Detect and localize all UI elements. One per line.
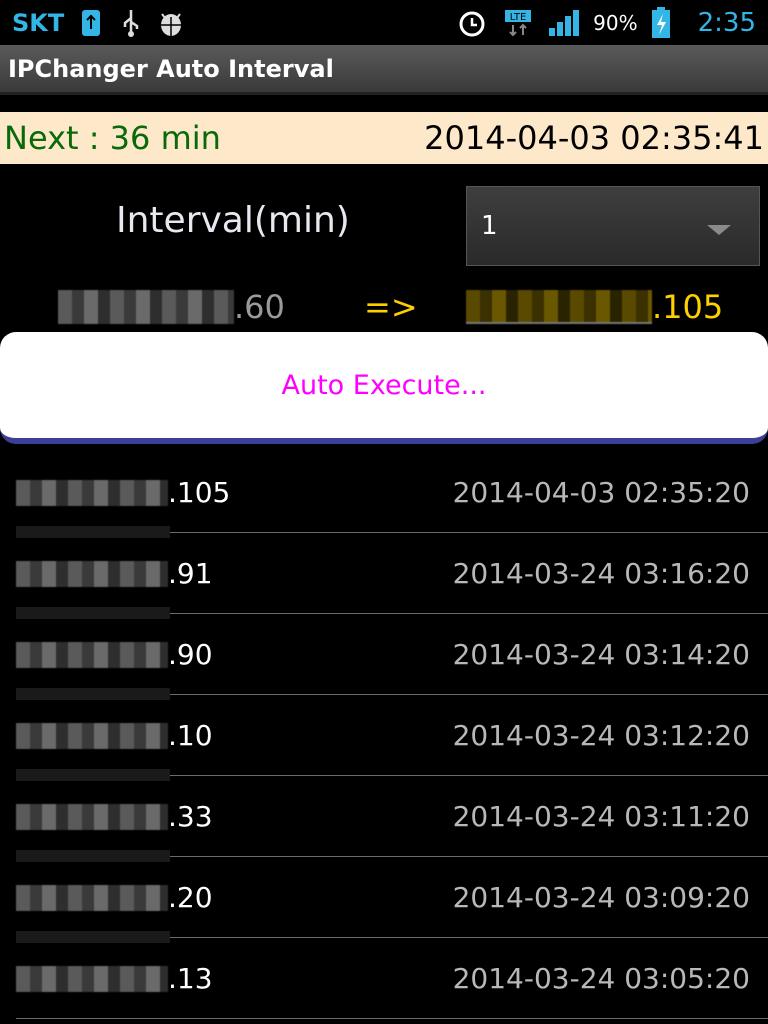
dropdown-arrow-icon xyxy=(707,225,731,235)
history-ip: .91 xyxy=(16,557,213,619)
signal-icon xyxy=(547,6,581,40)
interval-label: Interval(min) xyxy=(116,200,350,241)
history-time: 2014-03-24 03:12:20 xyxy=(452,719,750,752)
history-ip-suffix: .10 xyxy=(168,719,213,752)
app-title: IPChanger Auto Interval xyxy=(8,54,334,83)
history-ip-suffix: .90 xyxy=(168,638,213,671)
current-datetime: 2014-04-03 02:35:41 xyxy=(424,119,764,157)
lte-icon: LTE xyxy=(501,6,535,40)
history-time: 2014-03-24 03:05:20 xyxy=(452,962,750,995)
next-run-label: Next : 36 min xyxy=(4,119,221,157)
svg-text:LTE: LTE xyxy=(510,12,527,23)
usb-icon xyxy=(114,6,148,40)
old-ip-suffix: .60 xyxy=(234,288,285,326)
history-ip: .20 xyxy=(16,881,213,943)
history-ip: .13 xyxy=(16,962,213,995)
redacted-ip-prefix xyxy=(16,965,168,992)
history-ip: .33 xyxy=(16,800,213,862)
history-time: 2014-04-03 02:35:20 xyxy=(452,476,750,509)
history-ip: .90 xyxy=(16,638,213,700)
ip-change-arrow: => xyxy=(364,285,418,329)
history-ip-suffix: .91 xyxy=(168,557,213,590)
battery-charging-icon xyxy=(644,6,678,40)
app-title-bar: IPChanger Auto Interval xyxy=(0,45,768,95)
redacted-ip-prefix xyxy=(16,479,168,506)
history-ip-suffix: .33 xyxy=(168,800,213,833)
history-ip: .10 xyxy=(16,719,213,781)
list-item[interactable]: .10 2014-03-24 03:12:20 xyxy=(16,695,768,781)
list-item[interactable]: .13 2014-03-24 03:05:20 xyxy=(16,938,768,1019)
history-time: 2014-03-24 03:09:20 xyxy=(452,881,750,914)
interval-spinner[interactable]: 1 xyxy=(466,186,760,266)
history-ip-suffix: .105 xyxy=(168,476,231,509)
new-ip-suffix: .105 xyxy=(652,288,724,326)
next-run-bar: Next : 36 min 2014-04-03 02:35:41 xyxy=(0,112,768,164)
list-item[interactable]: .20 2014-03-24 03:09:20 xyxy=(16,857,768,943)
redacted-ip-prefix xyxy=(16,641,168,668)
interval-selected-value: 1 xyxy=(481,211,498,241)
arrow-text: => xyxy=(364,288,418,326)
redacted-ip-prefix xyxy=(16,803,168,830)
history-ip: .105 xyxy=(16,476,231,538)
alarm-icon xyxy=(455,6,489,40)
android-debug-icon xyxy=(154,6,188,40)
redacted-ip-prefix xyxy=(16,560,168,587)
history-time: 2014-03-24 03:14:20 xyxy=(452,638,750,671)
status-right-group: LTE 90% 2:35 xyxy=(455,6,756,40)
old-ip: .60 xyxy=(58,285,285,329)
history-time: 2014-03-24 03:16:20 xyxy=(452,557,750,590)
history-ip-suffix: .20 xyxy=(168,881,213,914)
status-bar: SKT LTE 90% 2:35 xyxy=(0,0,768,45)
clock: 2:35 xyxy=(697,7,756,38)
list-item[interactable]: .105 2014-04-03 02:35:20 xyxy=(16,452,768,538)
redacted-ip-prefix xyxy=(16,884,168,911)
history-time: 2014-03-24 03:11:20 xyxy=(452,800,750,833)
redacted-ip-prefix xyxy=(466,290,652,324)
history-list: .105 2014-04-03 02:35:20 .91 2014-03-24 … xyxy=(0,452,768,1019)
auto-execute-label: Auto Execute... xyxy=(281,369,487,401)
list-item[interactable]: .91 2014-03-24 03:16:20 xyxy=(16,533,768,619)
new-ip: .105 xyxy=(466,285,723,329)
list-item[interactable]: .90 2014-03-24 03:14:20 xyxy=(16,614,768,700)
redacted-ip-prefix xyxy=(16,722,168,749)
battery-percent: 90% xyxy=(593,10,638,35)
carrier-label: SKT xyxy=(12,8,65,37)
list-item[interactable]: .33 2014-03-24 03:11:20 xyxy=(16,776,768,862)
redacted-ip-prefix xyxy=(58,290,234,324)
usb-debug-icon xyxy=(74,6,108,40)
auto-execute-button[interactable]: Auto Execute... xyxy=(0,332,768,444)
history-ip-suffix: .13 xyxy=(168,962,213,995)
